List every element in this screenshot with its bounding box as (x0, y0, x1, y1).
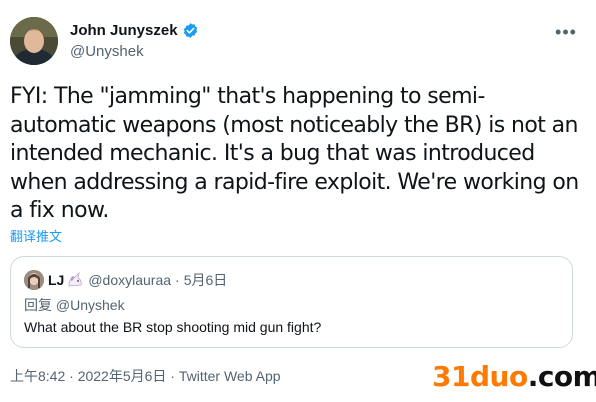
watermark-part-b: .com (527, 360, 596, 393)
quoted-author-avatar[interactable] (24, 270, 44, 290)
quoted-author-name[interactable]: LJ (48, 272, 64, 288)
author-avatar[interactable] (10, 17, 58, 65)
quoted-author-handle[interactable]: @doxylauraa (88, 272, 171, 288)
watermark-part-a: 31duo (432, 360, 528, 393)
translate-tweet-link[interactable]: 翻译推文 (10, 226, 62, 245)
author-handle[interactable]: @Unyshek (70, 43, 144, 60)
tweet-timestamp[interactable]: 上午8:42 · 2022年5月6日 · Twitter Web App (10, 366, 281, 386)
verified-badge-icon (182, 22, 199, 39)
site-watermark: 31duo.com (432, 360, 596, 393)
quoted-meta-separator: · (175, 272, 180, 288)
author-name-row: John Junyszek (70, 22, 199, 39)
unicorn-icon (66, 271, 84, 288)
author-name[interactable]: John Junyszek (70, 22, 178, 39)
quoted-tweet[interactable]: LJ @doxylauraa · 5月6日 回复 @Unyshek What a… (10, 256, 573, 348)
quoted-tweet-header: LJ @doxylauraa · 5月6日 (24, 270, 227, 290)
quoted-tweet-date[interactable]: 5月6日 (184, 270, 228, 290)
more-options-icon[interactable]: ••• (553, 22, 579, 42)
quoted-tweet-text: What about the BR stop shooting mid gun … (24, 319, 322, 335)
tweet-text: FYI: The "jamming" that's happening to s… (10, 84, 579, 223)
quoted-reply-context: 回复 @Unyshek (24, 297, 125, 313)
